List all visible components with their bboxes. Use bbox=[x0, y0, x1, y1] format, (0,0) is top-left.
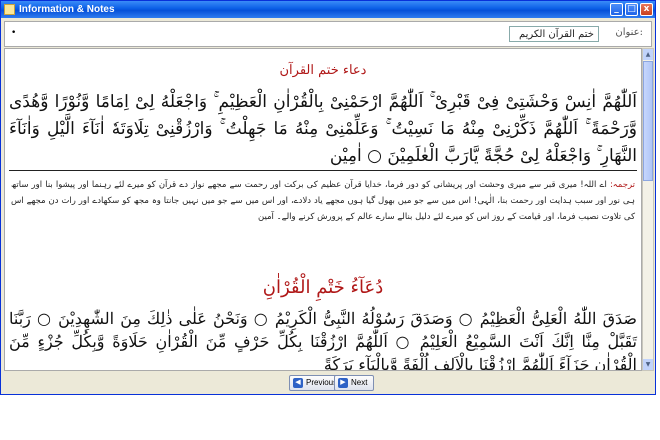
arabic-dua-text-2: صَدَقَ اللّٰهُ الْعَلِیُّ الْعَظِیْمُ ○ … bbox=[9, 307, 637, 370]
translation-label: ترجمہ: bbox=[609, 180, 636, 190]
translation-text: اے اللہ! میری قبر سے میری وحشت اور پریشا… bbox=[11, 180, 635, 222]
next-label: Next bbox=[351, 378, 368, 387]
close-button[interactable]: x bbox=[640, 3, 653, 16]
title-input[interactable]: ختم القرآن الکریم bbox=[509, 26, 599, 42]
app-icon bbox=[4, 4, 15, 15]
heading-dua-khatm-ornate: دُعَآءُ خَتْمِ الْقُرْاٰنِ bbox=[262, 277, 384, 298]
heading-dua-khatm: دعاء ختم القرآن bbox=[279, 63, 367, 78]
next-button[interactable]: ▶ Next bbox=[334, 375, 375, 391]
vertical-scrollbar[interactable]: ▲ ▼ bbox=[642, 48, 654, 371]
dropdown-icon[interactable]: • bbox=[11, 28, 16, 38]
previous-label: Previous bbox=[306, 378, 338, 387]
notes-content[interactable]: دعاء ختم القرآن اَللّٰهُمَّ اٰنِسْ وَحْش… bbox=[4, 48, 642, 371]
minimize-button[interactable]: _ bbox=[610, 3, 623, 16]
scroll-thumb[interactable] bbox=[643, 61, 653, 181]
title-field-bar: • ختم القرآن الکریم عنوان: bbox=[4, 21, 652, 47]
scroll-down-icon[interactable]: ▼ bbox=[643, 359, 653, 370]
window-title: Information & Notes bbox=[19, 4, 115, 15]
arrow-right-icon: ▶ bbox=[338, 378, 348, 388]
maximize-button[interactable]: □ bbox=[625, 3, 638, 16]
navigation-bar: ◀ Previous ▶ Next bbox=[1, 373, 655, 395]
arabic-dua-text: اَللّٰهُمَّ اٰنِسْ وَحْشَتِیْ فِیْ قَبْر… bbox=[9, 89, 637, 171]
title-bar[interactable]: Information & Notes _ □ x bbox=[1, 1, 655, 18]
information-notes-window: Information & Notes _ □ x • ختم القرآن ا… bbox=[0, 0, 656, 395]
arrow-left-icon: ◀ bbox=[293, 378, 303, 388]
title-label: عنوان: bbox=[615, 27, 643, 38]
scroll-up-icon[interactable]: ▲ bbox=[643, 49, 653, 60]
urdu-translation: ترجمہ: اے اللہ! میری قبر سے میری وحشت او… bbox=[11, 177, 635, 225]
